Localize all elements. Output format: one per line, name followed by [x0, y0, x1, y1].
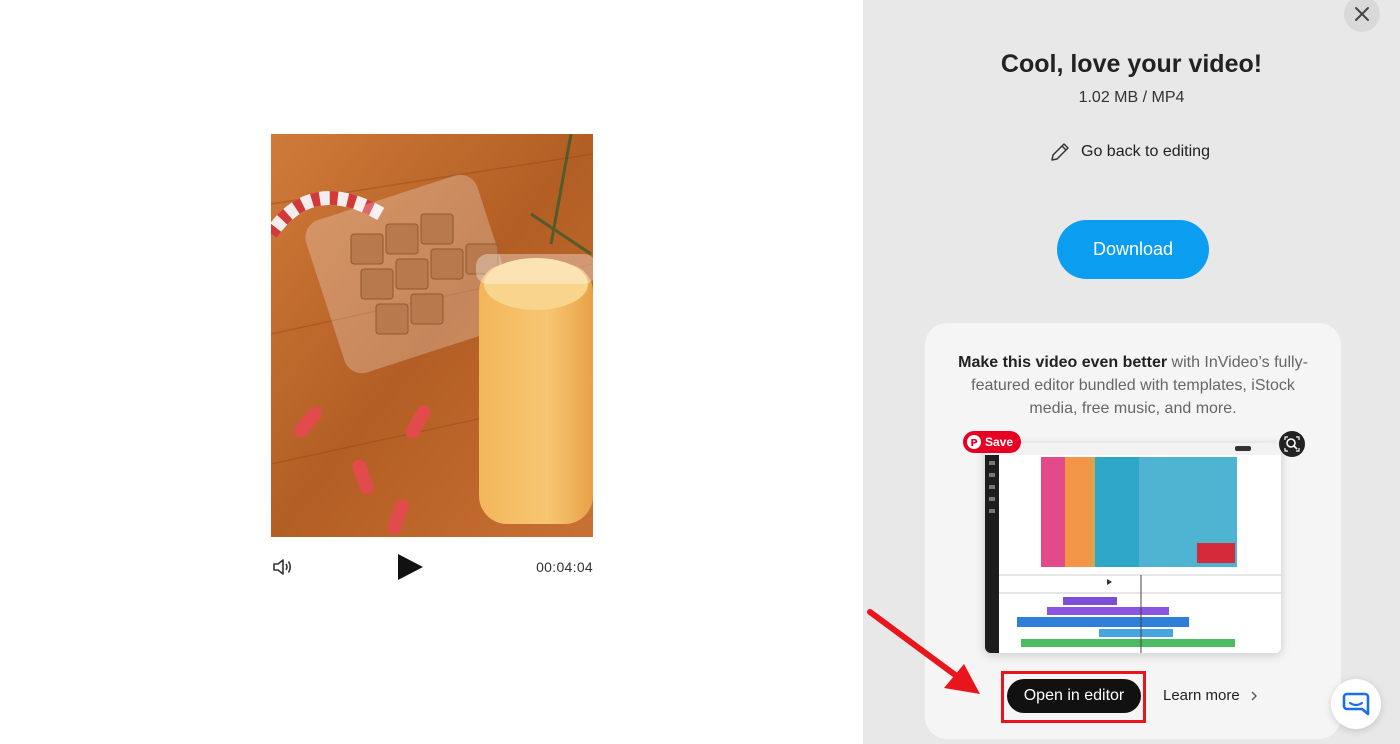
- player-controls: 00:04:04: [271, 548, 593, 586]
- pinterest-icon: P: [967, 435, 981, 449]
- learn-more-link[interactable]: Learn more: [1163, 687, 1258, 704]
- visual-search-icon[interactable]: [1279, 431, 1305, 457]
- save-label: Save: [985, 435, 1014, 449]
- video-preview-area: 00:04:04: [0, 0, 863, 744]
- learn-more-label: Learn more: [1163, 687, 1240, 704]
- promo-text: Make this video even better with InVideo…: [945, 351, 1321, 420]
- open-in-editor-button[interactable]: Open in editor: [1007, 679, 1141, 713]
- editor-screenshot-image: [985, 443, 1281, 653]
- annotation-arrow-icon: [867, 609, 980, 694]
- speaker-icon[interactable]: [271, 556, 293, 578]
- svg-text:P: P: [970, 438, 977, 449]
- back-label: Go back to editing: [1081, 143, 1210, 160]
- file-info: 1.02 MB / MP4: [1078, 89, 1185, 106]
- chat-bubble-icon[interactable]: [1331, 679, 1381, 729]
- editor-promo-card: Make this video even better with InVideo…: [925, 323, 1341, 739]
- video-image: [271, 134, 593, 537]
- panel-title: Cool, love your video!: [1000, 50, 1263, 78]
- pencil-icon: [1051, 143, 1069, 161]
- pinterest-save-button[interactable]: P Save: [963, 431, 1022, 453]
- go-back-to-editing-link[interactable]: Go back to editing: [1049, 141, 1210, 163]
- video-duration: 00:04:04: [536, 559, 593, 575]
- play-icon[interactable]: [395, 552, 425, 582]
- page: 00:04:04 Cool, love your video! 1.02 MB …: [0, 0, 1400, 744]
- chevron-right-icon: [1251, 691, 1257, 700]
- editor-screenshot: [985, 443, 1281, 653]
- download-button[interactable]: Download: [1057, 220, 1209, 279]
- close-icon[interactable]: [1344, 0, 1380, 32]
- promo-text-bold: Make this video even better: [958, 354, 1168, 371]
- video-thumbnail[interactable]: [271, 134, 593, 537]
